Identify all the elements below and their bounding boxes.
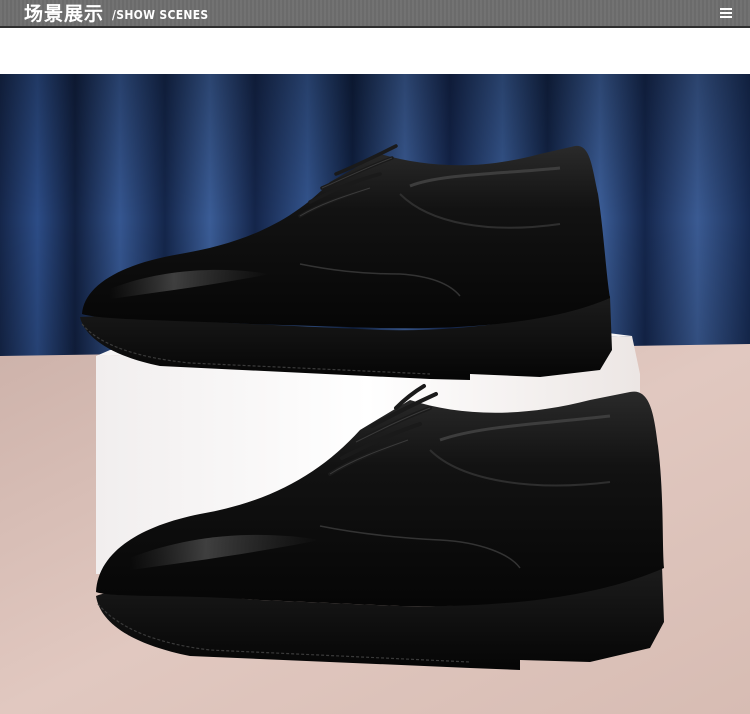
- section-header: 场景展示 /SHOW SCENES: [0, 0, 750, 28]
- section-title: 场景展示: [24, 3, 105, 25]
- section-subtitle: /SHOW SCENES: [112, 8, 209, 22]
- product-scene-photo: [0, 74, 750, 714]
- menu-icon[interactable]: [720, 8, 732, 18]
- shoes-illustration: [0, 74, 750, 714]
